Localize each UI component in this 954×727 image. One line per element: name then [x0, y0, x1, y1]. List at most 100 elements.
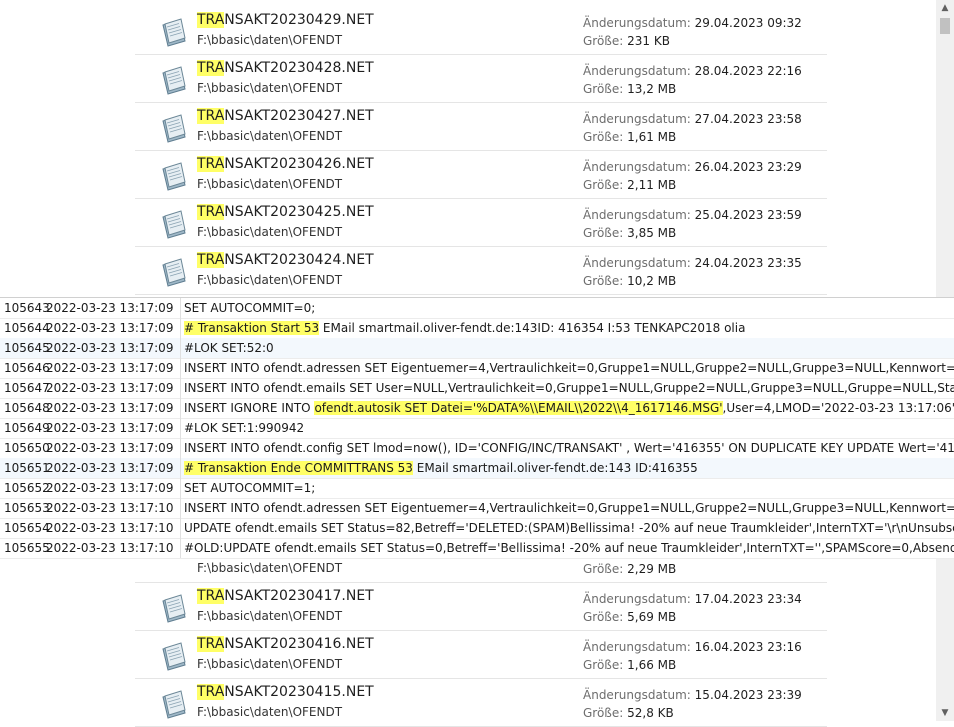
search-highlight: TRA	[197, 108, 225, 124]
log-text: UPDATE ofendt.emails SET Status=82,Betre…	[184, 521, 954, 535]
log-row[interactable]: 105651 2022-03-23 13:17:09 # Transaktion…	[0, 458, 954, 479]
modified-date-value: 17.04.2023 23:34	[694, 592, 802, 606]
file-path: F:\bbasic\daten\OFENDT	[197, 561, 343, 575]
modified-date-value: 28.04.2023 22:16	[694, 64, 802, 78]
file-list-item[interactable]: TRANSAKT20230428.NET F:\bbasic\daten\OFE…	[135, 55, 827, 103]
modified-date-label: Änderungsdatum:	[583, 208, 691, 222]
scroll-up-icon[interactable]: ▲	[936, 0, 954, 16]
file-list-item[interactable]: TRANSAKT20230426.NET F:\bbasic\daten\OFE…	[135, 151, 827, 199]
file-size-label: Größe:	[583, 610, 624, 624]
modified-date: Änderungsdatum: 16.04.2023 23:16	[583, 640, 802, 654]
file-name: TRANSAKT20230427.NET	[197, 108, 374, 124]
log-row[interactable]: 105645 2022-03-23 13:17:09 #LOK SET:52:0	[0, 338, 954, 359]
file-path: F:\bbasic\daten\OFENDT	[197, 129, 343, 143]
scroll-thumb[interactable]	[940, 18, 950, 34]
file-size: Größe: 13,2 MB	[583, 82, 676, 96]
search-highlight: TRA	[197, 60, 225, 76]
file-size: Größe: 2,11 MB	[583, 178, 676, 192]
file-list-item[interactable]: TRANSAKT20230429.NET F:\bbasic\daten\OFE…	[135, 7, 827, 55]
log-row[interactable]: 105644 2022-03-23 13:17:09 # Transaktion…	[0, 318, 954, 339]
log-timestamp: 2022-03-23 13:17:09	[46, 481, 174, 495]
modified-date-label: Änderungsdatum:	[583, 64, 691, 78]
modified-date-label: Änderungsdatum:	[583, 160, 691, 174]
log-id: 105644	[4, 321, 50, 335]
log-row[interactable]: 105655 2022-03-23 13:17:10 #OLD:UPDATE o…	[0, 538, 954, 559]
modified-date-label: Änderungsdatum:	[583, 256, 691, 270]
file-size-value: 2,29 MB	[627, 562, 677, 576]
log-row[interactable]: 105649 2022-03-23 13:17:09 #LOK SET:1:99…	[0, 418, 954, 439]
scroll-down-icon[interactable]: ▼	[936, 705, 954, 721]
log-statement: INSERT IGNORE INTO ofendt.autosik SET Da…	[184, 398, 954, 418]
log-row[interactable]: 105646 2022-03-23 13:17:09 INSERT INTO o…	[0, 358, 954, 379]
modified-date: Änderungsdatum: 29.04.2023 09:32	[583, 16, 802, 30]
file-list-item[interactable]: TRANSAKT20230425.NET F:\bbasic\daten\OFE…	[135, 199, 827, 247]
file-list-item[interactable]: TRANSAKT20230415.NET F:\bbasic\daten\OFE…	[135, 679, 827, 727]
file-list-item[interactable]: TRANSAKT20230427.NET F:\bbasic\daten\OFE…	[135, 103, 827, 151]
log-row[interactable]: 105652 2022-03-23 13:17:09 SET AUTOCOMMI…	[0, 478, 954, 499]
log-timestamp: 2022-03-23 13:17:10	[46, 521, 174, 535]
file-name-rest: NSAKT20230428.NET	[224, 60, 374, 76]
file-path: F:\bbasic\daten\OFENDT	[197, 177, 343, 191]
log-id: 105652	[4, 481, 50, 495]
log-row[interactable]: 105650 2022-03-23 13:17:09 INSERT INTO o…	[0, 438, 954, 459]
log-timestamp: 2022-03-23 13:17:09	[46, 381, 174, 395]
file-size: Größe: 1,61 MB	[583, 130, 676, 144]
log-text: EMail smartmail.oliver-fendt.de:143 ID:4…	[412, 461, 698, 475]
log-row[interactable]: 105648 2022-03-23 13:17:09 INSERT IGNORE…	[0, 398, 954, 419]
log-statement: # Transaktion Start 53 EMail smartmail.o…	[184, 318, 745, 338]
file-name: TRANSAKT20230417.NET	[197, 588, 374, 604]
log-text: INSERT INTO ofendt.adressen SET Eigentue…	[184, 361, 954, 375]
log-row[interactable]: 105643 2022-03-23 13:17:09 SET AUTOCOMMI…	[0, 298, 954, 319]
log-row[interactable]: 105654 2022-03-23 13:17:10 UPDATE ofendt…	[0, 518, 954, 539]
search-highlight: TRA	[197, 252, 225, 268]
document-file-icon	[158, 640, 190, 672]
modified-date: Änderungsdatum: 26.04.2023 23:29	[583, 160, 802, 174]
log-text: INSERT INTO ofendt.config SET lmod=now()…	[184, 441, 954, 455]
file-list-item[interactable]: TRANSAKT20230416.NET F:\bbasic\daten\OFE…	[135, 631, 827, 679]
file-size-value: 13,2 MB	[627, 82, 677, 96]
log-statement: #LOK SET:52:0	[184, 338, 274, 358]
document-file-icon	[158, 592, 190, 624]
log-id: 105647	[4, 381, 50, 395]
log-timestamp: 2022-03-23 13:17:09	[46, 341, 174, 355]
file-size: Größe: 3,85 MB	[583, 226, 676, 240]
log-row[interactable]: 105647 2022-03-23 13:17:09 INSERT INTO o…	[0, 378, 954, 399]
modified-date-value: 16.04.2023 23:16	[694, 640, 802, 654]
modified-date-value: 26.04.2023 23:29	[694, 160, 802, 174]
file-size-value: 1,61 MB	[627, 130, 677, 144]
log-timestamp: 2022-03-23 13:17:09	[46, 441, 174, 455]
log-timestamp: 2022-03-23 13:17:09	[46, 421, 174, 435]
log-text: ,User=4,LMOD='2022-03-23 13:17:06' ON DU…	[722, 401, 954, 415]
file-list-item[interactable]: TRANSAKT20230424.NET F:\bbasic\daten\OFE…	[135, 247, 827, 295]
log-statement: UPDATE ofendt.emails SET Status=82,Betre…	[184, 518, 954, 538]
log-statement: #OLD:UPDATE ofendt.emails SET Status=0,B…	[184, 538, 954, 558]
column-divider	[180, 458, 181, 478]
log-id: 105650	[4, 441, 50, 455]
file-size-value: 231 KB	[627, 34, 670, 48]
log-timestamp: 2022-03-23 13:17:09	[46, 321, 174, 335]
column-divider	[180, 358, 181, 378]
file-list-item[interactable]: TRANSAKT20230417.NET F:\bbasic\daten\OFE…	[135, 583, 827, 631]
log-statement: #LOK SET:1:990942	[184, 418, 304, 438]
search-highlight: # Transaktion Start 53	[184, 321, 320, 335]
file-name-rest: NSAKT20230429.NET	[224, 12, 374, 28]
column-divider	[180, 378, 181, 398]
modified-date: Änderungsdatum: 27.04.2023 23:58	[583, 112, 802, 126]
file-name: TRANSAKT20230415.NET	[197, 684, 374, 700]
file-size: Größe: 1,66 MB	[583, 658, 676, 672]
modified-date-value: 15.04.2023 23:39	[694, 688, 802, 702]
search-highlight: # Transaktion Ende COMMITTRANS 53	[184, 461, 413, 475]
document-file-icon	[158, 208, 190, 240]
column-divider	[180, 418, 181, 438]
document-file-icon	[158, 256, 190, 288]
modified-date: Änderungsdatum: 24.04.2023 23:35	[583, 256, 802, 270]
file-size-value: 2,11 MB	[627, 178, 677, 192]
file-path: F:\bbasic\daten\OFENDT	[197, 609, 343, 623]
document-file-icon	[158, 688, 190, 720]
document-file-icon	[158, 160, 190, 192]
log-statement: INSERT INTO ofendt.adressen SET Eigentue…	[184, 498, 954, 518]
search-highlight: TRA	[197, 588, 225, 604]
log-row[interactable]: 105653 2022-03-23 13:17:10 INSERT INTO o…	[0, 498, 954, 519]
modified-date: Änderungsdatum: 25.04.2023 23:59	[583, 208, 802, 222]
file-path: F:\bbasic\daten\OFENDT	[197, 33, 343, 47]
